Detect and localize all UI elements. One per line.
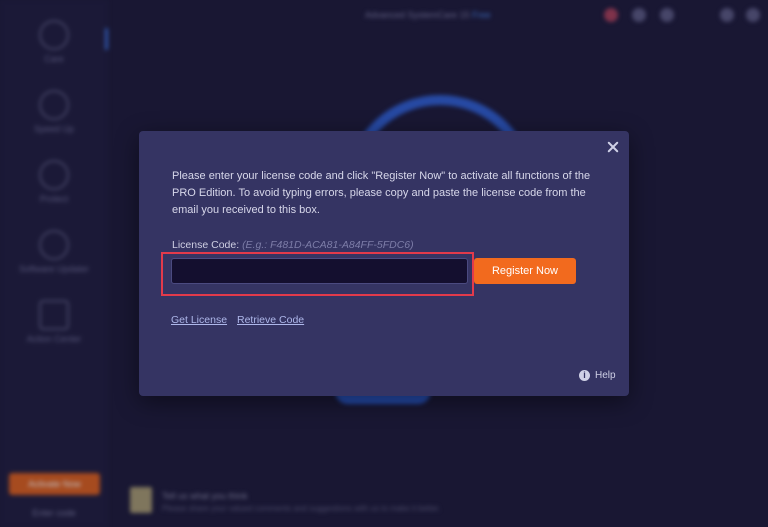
dialog-description: Please enter your license code and click… [172, 170, 591, 216]
license-code-label: License Code: (E.g.: F481D-ACA81-A84FF-5… [172, 239, 414, 251]
help-label: Help [595, 370, 616, 381]
register-dialog: Please enter your license code and click… [139, 131, 629, 396]
license-code-label-text: License Code: [172, 239, 240, 251]
close-icon[interactable] [605, 139, 621, 155]
info-icon: i [579, 370, 590, 381]
register-now-button[interactable]: Register Now [474, 258, 576, 284]
license-code-input[interactable] [171, 258, 468, 284]
license-code-example: (E.g.: F481D-ACA81-A84FF-5FDC6) [242, 239, 414, 251]
retrieve-code-link[interactable]: Retrieve Code [237, 314, 304, 326]
get-license-link[interactable]: Get License [171, 314, 227, 326]
help-link[interactable]: i Help [579, 370, 616, 381]
